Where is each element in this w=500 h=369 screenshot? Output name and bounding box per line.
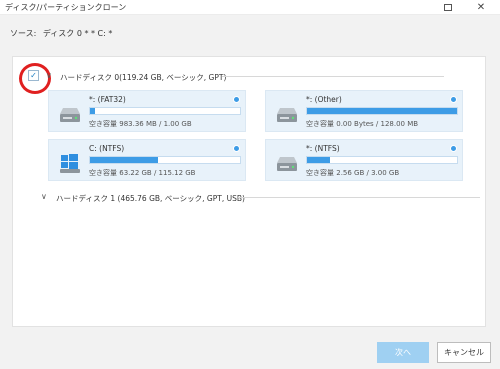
usage-bar-fill (90, 157, 158, 163)
usage-bar (89, 156, 241, 164)
status-dot-icon (450, 96, 457, 103)
free-space-text: 空き容量 2.56 GB / 3.00 GB (306, 169, 400, 177)
usage-bar (89, 107, 241, 115)
status-dot-icon (233, 96, 240, 103)
next-button[interactable]: 次へ (377, 342, 429, 363)
disk1-label: ハードディスク 1 (465.76 GB, ベーシック, GPT, USB) (56, 194, 245, 203)
windows-drive-icon (60, 154, 80, 173)
partition-name: *: (Other) (306, 95, 342, 104)
divider (222, 76, 444, 77)
close-button[interactable]: ✕ (466, 0, 496, 15)
free-space-text: 空き容量 983.36 MB / 1.00 GB (89, 120, 192, 128)
minimize-button[interactable] (433, 0, 463, 15)
free-space-text: 空き容量 63.22 GB / 115.12 GB (89, 169, 196, 177)
partition-card-other[interactable]: *: (Other) 空き容量 0.00 Bytes / 128.00 MB (265, 90, 463, 132)
partition-name: C: (NTFS) (89, 144, 125, 153)
partition-name: *: (NTFS) (306, 144, 340, 153)
status-dot-icon (233, 145, 240, 152)
partition-card-ntfs[interactable]: *: (NTFS) 空き容量 2.56 GB / 3.00 GB (265, 139, 463, 181)
usage-bar-fill (307, 157, 330, 163)
source-value: ディスク 0 * * C: * (42, 29, 113, 38)
usage-bar (306, 156, 458, 164)
chevron-down-icon[interactable]: ∨ (46, 71, 52, 80)
usage-bar-fill (90, 108, 95, 114)
source-label: ソース: (10, 29, 37, 38)
cancel-button[interactable]: キャンセル (437, 342, 491, 363)
drive-icon (277, 157, 297, 171)
chevron-down-icon[interactable]: ∨ (41, 192, 47, 201)
window-title: ディスク/パーティションクローン (5, 3, 127, 12)
usage-bar-fill (307, 108, 457, 114)
drive-icon (277, 108, 297, 122)
free-space-text: 空き容量 0.00 Bytes / 128.00 MB (306, 120, 419, 128)
partition-name: *: (FAT32) (89, 95, 126, 104)
usage-bar (306, 107, 458, 115)
partition-card-fat32[interactable]: *: (FAT32) 空き容量 983.36 MB / 1.00 GB (48, 90, 246, 132)
drive-icon (60, 108, 80, 122)
status-dot-icon (450, 145, 457, 152)
disk0-label: ハードディスク 0(119.24 GB, ベーシック, GPT) (60, 73, 227, 82)
title-bar: ディスク/パーティションクローン ✕ (0, 0, 500, 15)
source-row: ソース: ディスク 0 * * C: * (10, 28, 116, 39)
maximize-icon (444, 4, 452, 11)
close-icon: ✕ (476, 2, 486, 13)
divider (238, 197, 480, 198)
partition-card-c-ntfs[interactable]: C: (NTFS) 空き容量 63.22 GB / 115.12 GB (48, 139, 246, 181)
